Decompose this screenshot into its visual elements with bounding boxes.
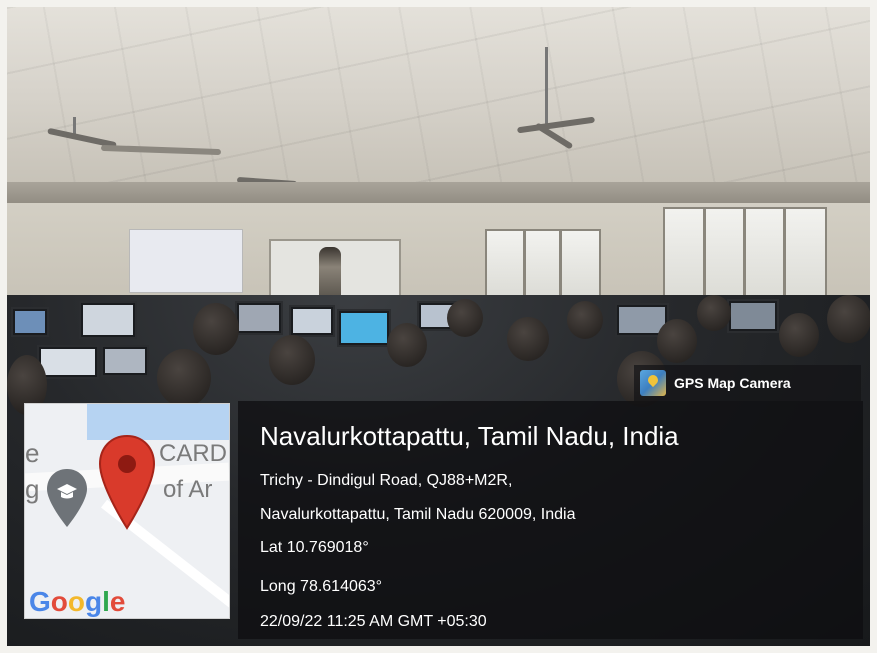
address-line-2: Navalurkottapattu, Tamil Nadu 620009, In… [260,506,576,523]
instructor [319,247,341,297]
app-name: GPS Map Camera [674,375,791,391]
map-label-fragment: of Ar [163,476,213,503]
location-title: Navalurkottapattu, Tamil Nadu, India [260,421,679,451]
student-head [697,295,731,331]
student-head [157,349,211,407]
student-head [193,303,239,355]
student-head [269,335,315,385]
school-pin-icon [47,469,87,527]
latitude: Lat 10.769018° [260,539,369,556]
computer-monitor [11,307,49,337]
window-middle [485,229,601,299]
computer-monitor [79,301,137,339]
map-label-fragment: e [25,438,40,468]
student-head [507,317,549,361]
timestamp: 22/09/22 11:25 AM GMT +05:30 [260,613,487,630]
student-head [447,299,483,337]
gps-camera-logo-icon [640,370,666,396]
student-head [387,323,427,367]
computer-monitor [37,345,99,379]
map-label-fragment: g [25,474,40,504]
ceiling [7,7,870,207]
student-head [657,319,697,363]
computer-monitor [727,299,779,333]
student-head [567,301,603,339]
computer-monitor [101,345,149,377]
projector-screen [129,229,243,293]
address-line-1: Trichy - Dindigul Road, QJ88+M2R, [260,472,513,489]
longitude: Long 78.614063° [260,578,383,595]
map-label-fragment: CARD [159,440,228,467]
window-right [663,207,827,299]
computer-monitor [337,309,391,347]
gps-map-camera-badge: GPS Map Camera [634,365,861,401]
computer-monitor [235,301,283,335]
student-head [827,295,870,343]
classroom-photo: GPS Map Camera e g CARD of Ar Google Nav… [7,7,870,646]
computer-monitor [289,305,335,337]
photo-frame: GPS Map Camera e g CARD of Ar Google Nav… [0,0,877,653]
google-logo: Google [29,586,126,617]
map-thumbnail: e g CARD of Ar Google [24,403,230,619]
student-head [779,313,819,357]
location-pin-icon [98,434,156,530]
